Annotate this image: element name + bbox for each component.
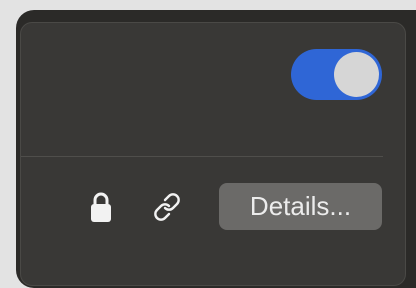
- toggle-switch[interactable]: [291, 49, 382, 100]
- toggle-knob: [334, 52, 379, 97]
- link-icon[interactable]: [149, 189, 185, 225]
- settings-card: Details...: [20, 22, 406, 286]
- details-button[interactable]: Details...: [219, 183, 382, 230]
- lock-icon: [87, 189, 115, 225]
- window: Details...: [0, 0, 416, 288]
- divider: [21, 156, 383, 157]
- settings-panel: Details...: [16, 10, 416, 288]
